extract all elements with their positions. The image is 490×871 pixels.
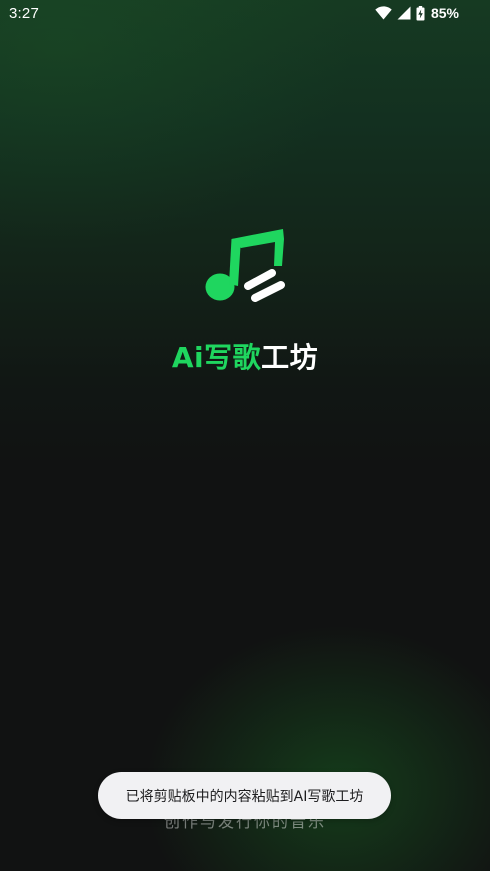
clipboard-toast: 已将剪贴板中的内容粘贴到AI写歌工坊: [98, 772, 391, 819]
battery-charging-icon: [416, 5, 425, 21]
splash-screen: 3:27 85% Ai写歌工坊 创作与发行你的音乐 已将剪贴板中的内容粘贴到AI…: [0, 0, 490, 871]
toast-message: 已将剪贴板中的内容粘贴到AI写歌工坊: [125, 788, 364, 805]
status-time: 3:27: [9, 5, 39, 22]
status-bar: 3:27 85%: [0, 0, 490, 28]
app-title: Ai写歌工坊: [0, 336, 490, 376]
wifi-icon: [375, 6, 392, 20]
music-note-logo-icon: [202, 226, 290, 310]
app-title-plain: 工坊: [261, 341, 319, 374]
cell-signal-icon: [397, 6, 411, 20]
battery-level: 85%: [430, 5, 459, 21]
status-icons: 85%: [375, 5, 459, 21]
app-title-accent: Ai写歌: [171, 341, 262, 374]
